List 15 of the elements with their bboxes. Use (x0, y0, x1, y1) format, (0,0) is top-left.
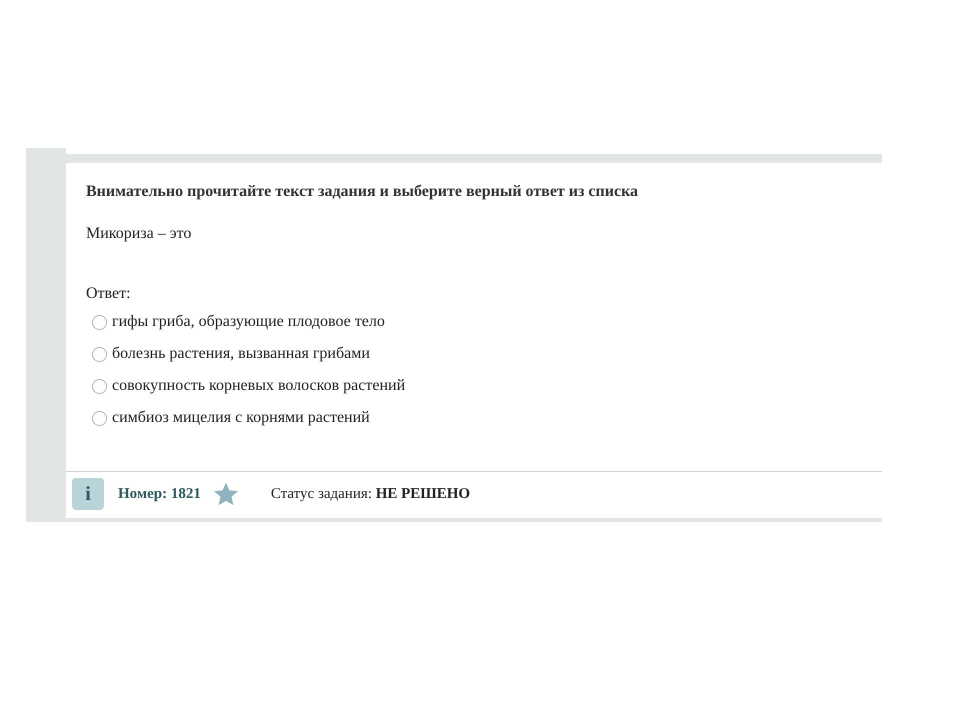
instruction-text: Внимательно прочитайте текст задания и выберите верный ответ из списка (86, 183, 640, 201)
status-text: Статус задания: НЕ РЕШЕНО (270, 486, 470, 502)
star-icon[interactable] (212, 481, 239, 507)
answer-label: Ответ: (86, 285, 132, 303)
radio-button[interactable] (92, 410, 107, 426)
option-label[interactable]: симбиоз мицелия с корнями растений (112, 409, 370, 427)
radio-button[interactable] (92, 314, 107, 330)
question-text: Микориза – это (86, 225, 192, 243)
radio-button[interactable] (92, 378, 107, 394)
option-label[interactable]: совокупность корневых волосков растений (112, 377, 406, 395)
task-number: Номер: 1821 (118, 486, 201, 502)
info-button[interactable]: i (72, 478, 104, 510)
option-label[interactable]: гифы гриба, образующие плодовое тело (112, 313, 385, 331)
option-label[interactable]: болезнь растения, вызванная грибами (112, 345, 370, 363)
radio-button[interactable] (92, 346, 107, 362)
